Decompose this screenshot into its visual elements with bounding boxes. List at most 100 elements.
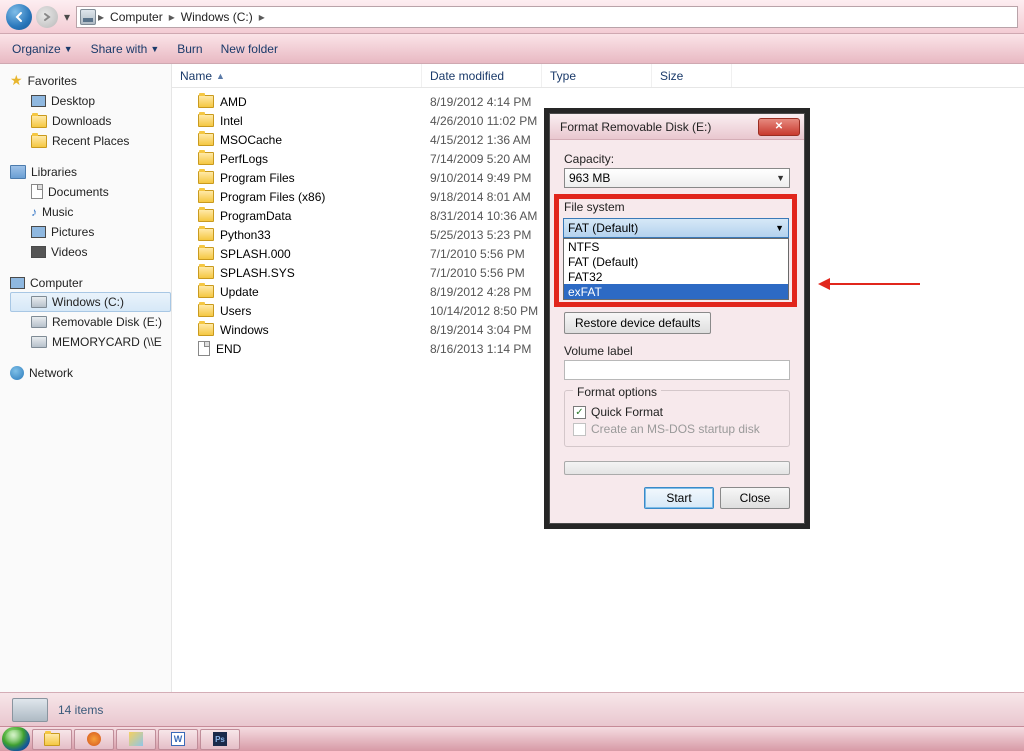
dialog-titlebar[interactable]: Format Removable Disk (E:) ✕ xyxy=(550,114,804,140)
file-date: 9/18/2014 8:01 AM xyxy=(422,190,542,204)
sidebar-windows-c[interactable]: Windows (C:) xyxy=(10,292,171,312)
file-date: 8/31/2014 10:36 AM xyxy=(422,209,542,223)
close-button[interactable]: Close xyxy=(720,487,790,509)
document-icon xyxy=(31,184,43,199)
capacity-select[interactable]: 963 MB ▼ xyxy=(564,168,790,188)
fs-option-exfat[interactable]: exFAT xyxy=(564,284,788,299)
organize-menu[interactable]: Organize▼ xyxy=(12,42,73,56)
folder-icon xyxy=(44,733,60,746)
file-date: 7/14/2009 5:20 AM xyxy=(422,152,542,166)
drive-large-icon xyxy=(12,698,48,722)
capacity-label: Capacity: xyxy=(564,152,790,166)
start-button[interactable]: Start xyxy=(644,487,714,509)
file-name: MSOCache xyxy=(220,133,282,147)
file-date: 7/1/2010 5:56 PM xyxy=(422,247,542,261)
quick-format-checkbox[interactable]: ✓ Quick Format xyxy=(573,405,781,419)
folder-icon xyxy=(198,285,214,298)
network-icon xyxy=(10,366,24,380)
folder-icon xyxy=(198,209,214,222)
file-name: Windows xyxy=(220,323,269,337)
folder-icon xyxy=(198,323,214,336)
explorer-body: ★Favorites Desktop Downloads Recent Plac… xyxy=(0,64,1024,692)
fs-option-ntfs[interactable]: NTFS xyxy=(564,239,788,254)
column-name[interactable]: Name▲ xyxy=(172,64,422,87)
drive-icon xyxy=(31,316,47,328)
sidebar-pictures[interactable]: Pictures xyxy=(10,222,171,242)
sidebar-music[interactable]: ♪Music xyxy=(10,202,171,222)
burn-button[interactable]: Burn xyxy=(177,42,202,56)
volume-label-input[interactable] xyxy=(564,360,790,380)
sidebar-downloads[interactable]: Downloads xyxy=(10,111,171,131)
desktop-icon xyxy=(31,95,46,107)
videos-icon xyxy=(31,246,46,258)
sidebar-videos[interactable]: Videos xyxy=(10,242,171,262)
app-icon xyxy=(129,732,143,746)
sidebar-desktop[interactable]: Desktop xyxy=(10,91,171,111)
file-name: SPLASH.SYS xyxy=(220,266,295,280)
computer-icon xyxy=(10,277,25,289)
file-date: 8/19/2014 3:04 PM xyxy=(422,323,542,337)
drive-icon xyxy=(31,296,47,308)
new-folder-button[interactable]: New folder xyxy=(221,42,278,56)
nav-history-dropdown[interactable]: ▾ xyxy=(62,9,72,25)
word-icon: W xyxy=(171,732,185,746)
taskbar: W Ps xyxy=(0,726,1024,751)
drive-icon xyxy=(31,336,47,348)
taskbar-app-1[interactable] xyxy=(116,729,156,750)
file-date: 7/1/2010 5:56 PM xyxy=(422,266,542,280)
folder-icon xyxy=(198,133,214,146)
fs-option-fat[interactable]: FAT (Default) xyxy=(564,254,788,269)
firefox-icon xyxy=(87,732,101,746)
column-type[interactable]: Type xyxy=(542,64,652,87)
sidebar-removable-disk-e[interactable]: Removable Disk (E:) xyxy=(10,312,171,332)
folder-icon xyxy=(198,247,214,260)
file-system-select[interactable]: FAT (Default) ▼ xyxy=(563,218,789,238)
column-size[interactable]: Size xyxy=(652,64,732,87)
file-name: Users xyxy=(220,304,251,318)
favorites-group[interactable]: ★Favorites xyxy=(10,72,171,89)
chevron-down-icon: ▼ xyxy=(776,173,785,183)
nav-back-button[interactable] xyxy=(6,4,32,30)
taskbar-photoshop[interactable]: Ps xyxy=(200,729,240,750)
volume-label-label: Volume label xyxy=(564,344,790,358)
checkbox-icon xyxy=(573,423,586,436)
folder-icon xyxy=(198,152,214,165)
chevron-right-icon: ▸ xyxy=(259,10,265,24)
folder-icon xyxy=(198,171,214,184)
taskbar-word[interactable]: W xyxy=(158,729,198,750)
file-date: 9/10/2014 9:49 PM xyxy=(422,171,542,185)
breadcrumb-computer[interactable]: Computer xyxy=(106,10,167,24)
chevron-down-icon: ▼ xyxy=(150,44,159,54)
annotation-arrow xyxy=(818,278,920,290)
sidebar-memorycard[interactable]: MEMORYCARD (\\E xyxy=(10,332,171,352)
arrow-left-icon xyxy=(818,278,830,290)
restore-defaults-button[interactable]: Restore device defaults xyxy=(564,312,711,334)
file-name: Intel xyxy=(220,114,243,128)
address-field[interactable]: ▸ Computer ▸ Windows (C:) ▸ xyxy=(76,6,1018,28)
file-name: Update xyxy=(220,285,259,299)
taskbar-explorer[interactable] xyxy=(32,729,72,750)
file-icon xyxy=(198,341,210,356)
file-date: 10/14/2012 8:50 PM xyxy=(422,304,542,318)
file-name: PerfLogs xyxy=(220,152,268,166)
taskbar-firefox[interactable] xyxy=(74,729,114,750)
breadcrumb-current[interactable]: Windows (C:) xyxy=(177,10,257,24)
checkbox-checked-icon: ✓ xyxy=(573,406,586,419)
file-system-dropdown-list[interactable]: NTFS FAT (Default) FAT32 exFAT xyxy=(563,238,789,300)
file-system-label: File system xyxy=(564,200,625,214)
computer-group[interactable]: Computer xyxy=(10,276,171,290)
sidebar-documents[interactable]: Documents xyxy=(10,181,171,202)
start-button[interactable] xyxy=(2,727,30,751)
libraries-group[interactable]: Libraries xyxy=(10,165,171,179)
folder-icon xyxy=(31,135,47,148)
column-date[interactable]: Date modified xyxy=(422,64,542,87)
fs-option-fat32[interactable]: FAT32 xyxy=(564,269,788,284)
file-row[interactable]: AMD8/19/2012 4:14 PM xyxy=(172,92,1024,111)
file-date: 5/25/2013 5:23 PM xyxy=(422,228,542,242)
file-date: 4/15/2012 1:36 AM xyxy=(422,133,542,147)
dialog-close-button[interactable]: ✕ xyxy=(758,118,800,136)
sidebar-recent-places[interactable]: Recent Places xyxy=(10,131,171,151)
share-with-menu[interactable]: Share with▼ xyxy=(91,42,160,56)
dialog-title: Format Removable Disk (E:) xyxy=(560,120,758,134)
network-group[interactable]: Network xyxy=(10,366,171,380)
